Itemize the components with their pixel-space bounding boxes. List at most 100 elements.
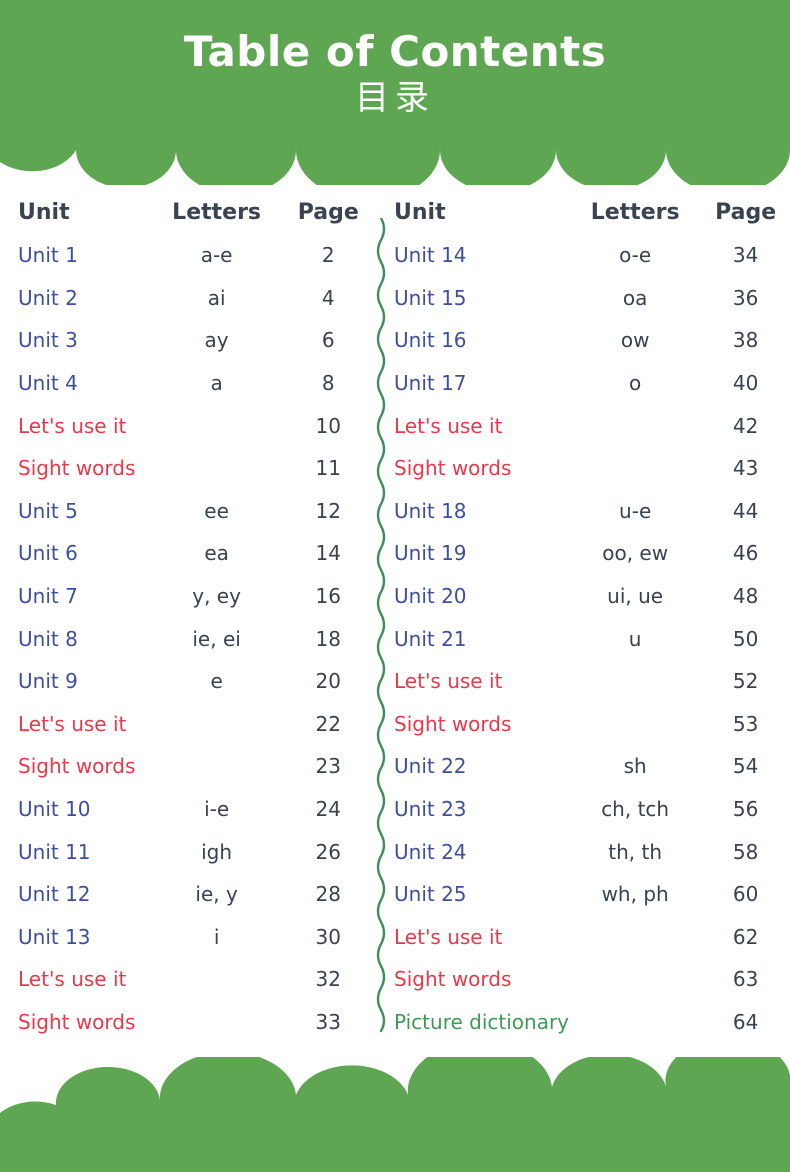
row-unit-label[interactable]: Unit 15 [394,277,569,320]
table-row[interactable]: Unit 2 ai 4 [18,277,372,320]
row-unit-label[interactable]: Unit 6 [18,532,149,575]
table-row[interactable]: Unit 10 i-e 24 [18,788,372,831]
row-unit-label[interactable]: Unit 20 [394,575,569,618]
row-letters: ai [207,285,226,310]
row-unit-label[interactable]: Let's use it [394,660,569,703]
row-letters [569,916,701,959]
row-unit-label[interactable]: Unit 7 [18,575,149,618]
row-page-number: 36 [732,285,759,310]
table-row[interactable]: Unit 16 ow 38 [394,319,790,362]
table-row[interactable]: Let's use it 22 [18,703,372,746]
row-unit-label[interactable]: Unit 8 [18,617,149,660]
table-row[interactable]: Sight words 23 [18,745,372,788]
row-unit-label[interactable]: Unit 23 [394,788,569,831]
table-row[interactable]: Let's use it 32 [18,958,372,1001]
row-unit-label[interactable]: Sight words [18,1001,149,1044]
row-letters: e [210,669,223,694]
row-unit-label[interactable]: Let's use it [394,404,569,447]
toc-content: Unit Letters Page Unit 1 a-e 2 Unit 2 ai… [0,190,790,1060]
table-row[interactable]: Unit 18 u-e 44 [394,490,790,533]
row-unit-label[interactable]: Unit 25 [394,873,569,916]
row-unit-label[interactable]: Let's use it [18,404,149,447]
table-row[interactable]: Let's use it 52 [394,660,790,703]
row-unit-label[interactable]: Unit 22 [394,745,569,788]
table-row[interactable]: Unit 25 wh, ph 60 [394,873,790,916]
table-row[interactable]: Let's use it 62 [394,916,790,959]
row-unit-label[interactable]: Let's use it [394,916,569,959]
table-row[interactable]: Unit 12 ie, y 28 [18,873,372,916]
row-unit-label[interactable]: Sight words [18,447,149,490]
row-unit-label[interactable]: Sight words [394,447,569,490]
row-unit-label[interactable]: Unit 24 [394,830,569,873]
row-page-number: 43 [732,456,759,481]
row-unit-label[interactable]: Unit 3 [18,319,149,362]
row-letters: sh [623,754,647,779]
table-row[interactable]: Unit 9 e 20 [18,660,372,703]
row-unit-label[interactable]: Let's use it [18,703,149,746]
row-letters: ui, ue [607,584,664,609]
row-unit-label[interactable]: Unit 11 [18,830,149,873]
table-row[interactable]: Unit 8 ie, ei 18 [18,617,372,660]
row-unit-label[interactable]: Sight words [394,703,569,746]
row-unit-label[interactable]: Unit 2 [18,277,149,320]
table-row[interactable]: Let's use it 42 [394,404,790,447]
row-unit-label[interactable]: Unit 19 [394,532,569,575]
table-row[interactable]: Unit 19 oo, ew 46 [394,532,790,575]
toc-column-right: Unit Letters Page Unit 14 o-e 34 Unit 15… [372,190,790,1060]
table-row[interactable]: Unit 20 ui, ue 48 [394,575,790,618]
row-letters: o-e [619,243,652,268]
table-row[interactable]: Sight words 33 [18,1001,372,1044]
table-row[interactable]: Let's use it 10 [18,404,372,447]
row-unit-label[interactable]: Unit 16 [394,319,569,362]
table-row[interactable]: Unit 13 i 30 [18,916,372,959]
table-row[interactable]: Picture dictionary 64 [394,1001,790,1044]
table-row[interactable]: Unit 6 ea 14 [18,532,372,575]
row-unit-label[interactable]: Unit 13 [18,916,149,959]
row-page-number: 46 [732,541,759,566]
table-row[interactable]: Unit 4 a 8 [18,362,372,405]
row-page-number: 23 [315,754,341,779]
row-unit-label[interactable]: Picture dictionary [394,1001,569,1044]
row-unit-label[interactable]: Unit 1 [18,234,149,277]
row-unit-label[interactable]: Unit 17 [394,362,569,405]
row-unit-label[interactable]: Let's use it [18,958,149,1001]
header-letters: Letters [172,199,262,225]
row-letters [149,745,285,788]
table-row[interactable]: Sight words 63 [394,958,790,1001]
column-divider [371,216,391,1063]
row-page-number: 56 [732,797,759,822]
table-row[interactable]: Unit 24 th, th 58 [394,830,790,873]
row-unit-label[interactable]: Unit 12 [18,873,149,916]
row-unit-label[interactable]: Unit 18 [394,490,569,533]
row-page-number: 63 [732,967,759,992]
table-row[interactable]: Unit 14 o-e 34 [394,234,790,277]
row-letters: oa [622,285,648,310]
table-row[interactable]: Unit 22 sh 54 [394,745,790,788]
row-page-number: 32 [315,967,341,992]
row-unit-label[interactable]: Sight words [394,958,569,1001]
table-row[interactable]: Unit 11 igh 26 [18,830,372,873]
table-row[interactable]: Unit 1 a-e 2 [18,234,372,277]
table-row[interactable]: Unit 15 oa 36 [394,277,790,320]
table-row[interactable]: Unit 21 u 50 [394,617,790,660]
row-unit-label[interactable]: Unit 5 [18,490,149,533]
row-unit-label[interactable]: Unit 10 [18,788,149,831]
table-row[interactable]: Sight words 43 [394,447,790,490]
table-row[interactable]: Sight words 53 [394,703,790,746]
table-row[interactable]: Sight words 11 [18,447,372,490]
table-row[interactable]: Unit 5 ee 12 [18,490,372,533]
table-row[interactable]: Unit 17 o 40 [394,362,790,405]
table-row[interactable]: Unit 3 ay 6 [18,319,372,362]
row-unit-label[interactable]: Unit 14 [394,234,569,277]
table-row[interactable]: Unit 23 ch, tch 56 [394,788,790,831]
top-banner [0,0,790,185]
row-unit-label[interactable]: Sight words [18,745,149,788]
row-page-number: 38 [732,328,759,353]
row-unit-label[interactable]: Unit 21 [394,617,569,660]
header-page: Page [715,199,777,225]
row-unit-label[interactable]: Unit 4 [18,362,149,405]
row-letters: ay [204,328,229,353]
row-unit-label[interactable]: Unit 9 [18,660,149,703]
table-row[interactable]: Unit 7 y, ey 16 [18,575,372,618]
header-letters: Letters [590,199,680,225]
